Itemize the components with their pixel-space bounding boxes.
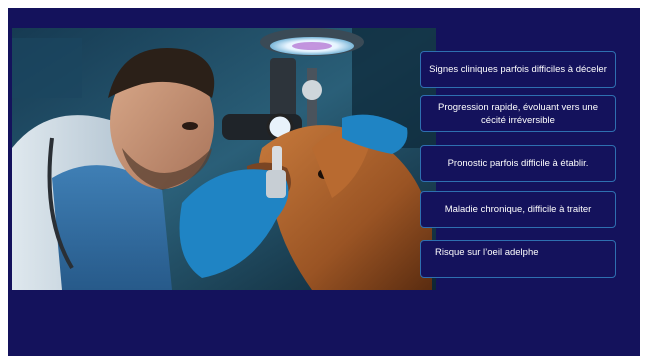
bullet-text-4: Maladie chronique, difficile à traiter [444, 204, 592, 215]
bullet-box-1: Signes cliniques parfois difficiles à dé… [420, 51, 616, 88]
photo-illustration [12, 28, 436, 290]
bullet-box-2: Progression rapide, évoluant vers une cé… [420, 95, 616, 132]
bullet-text-1: Signes cliniques parfois difficiles à dé… [429, 64, 607, 75]
bullet-text-5: Risque sur l’oeil adelphe [435, 247, 539, 258]
veterinarian-exam-photo [12, 28, 436, 290]
bullet-box-4: Maladie chronique, difficile à traiter [420, 191, 616, 228]
bullet-box-5: Risque sur l’oeil adelphe [420, 240, 616, 278]
bullet-box-3: Pronostic parfois difficile à établir. [420, 145, 616, 182]
bullet-text-2: Progression rapide, évoluant vers une cé… [437, 101, 598, 126]
bullet-text-3: Pronostic parfois difficile à établir. [447, 158, 589, 169]
slide: Signes cliniques parfois difficiles à dé… [8, 8, 640, 356]
